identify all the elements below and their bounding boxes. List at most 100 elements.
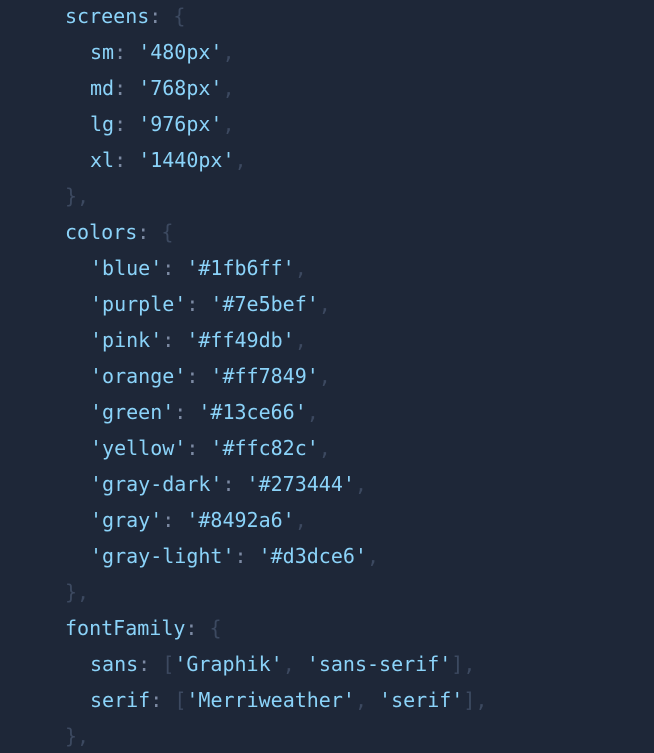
open-brace: { <box>209 616 222 640</box>
code-key: 'gray-light' <box>90 544 235 568</box>
comma-token: , <box>294 508 307 532</box>
colon-token: : <box>114 40 139 64</box>
code-key: md <box>90 76 115 100</box>
comma-token: , <box>282 652 307 676</box>
colon-token: : <box>174 400 199 424</box>
code-line: fontFamily: { <box>65 610 487 646</box>
code-value: '768px' <box>138 76 223 100</box>
code-key: lg <box>90 112 115 136</box>
code-value: '1440px' <box>138 148 235 172</box>
code-line: 'pink': '#ff49db', <box>65 322 487 358</box>
code-block: screens: {sm: '480px', md: '768px', lg: '9… <box>65 0 487 753</box>
colon-token: : <box>162 256 187 280</box>
comma-token: , <box>463 652 476 676</box>
array-item: 'Merriweather' <box>186 688 355 712</box>
colon-token: : <box>222 472 247 496</box>
array-item: 'sans-serif' <box>306 652 452 676</box>
code-line: 'gray-light': '#d3dce6', <box>65 538 487 574</box>
comma-token: , <box>294 256 307 280</box>
code-key: sans <box>90 652 139 676</box>
code-line: colors: { <box>65 214 487 250</box>
close-brace: }, <box>65 184 90 208</box>
colon-token: : <box>149 4 174 28</box>
code-value: '#273444' <box>246 472 355 496</box>
code-key: screens <box>65 4 150 28</box>
open-brace: { <box>173 4 186 28</box>
colon-token: : <box>137 220 162 244</box>
code-value: '#8492a6' <box>186 508 295 532</box>
code-key: xl <box>90 148 115 172</box>
comma-token: , <box>354 472 367 496</box>
code-value: '#d3dce6' <box>258 544 367 568</box>
colon-token: : <box>162 508 187 532</box>
code-value: '#ffc82c' <box>210 436 319 460</box>
comma-token: , <box>294 328 307 352</box>
comma-token: , <box>234 148 247 172</box>
comma-token: , <box>354 688 380 712</box>
colon-token: : <box>114 148 139 172</box>
colon-token: : <box>114 76 139 100</box>
comma-token: , <box>306 400 319 424</box>
code-value: '#7e5bef' <box>210 292 319 316</box>
code-key: fontFamily <box>65 616 186 640</box>
code-value: '480px' <box>138 40 223 64</box>
code-line: 'orange': '#ff7849', <box>65 358 487 394</box>
code-key: 'gray' <box>90 508 163 532</box>
code-key: 'yellow' <box>90 436 187 460</box>
close-brace: }, <box>65 724 90 748</box>
open-bracket: [ <box>174 688 187 712</box>
code-key: sm <box>90 40 115 64</box>
code-line: 'gray-dark': '#273444', <box>65 466 487 502</box>
code-key: 'gray-dark' <box>90 472 223 496</box>
close-bracket: ] <box>463 688 476 712</box>
code-line: lg: '976px', <box>65 106 487 142</box>
close-bracket: ] <box>451 652 464 676</box>
comma-token: , <box>318 364 331 388</box>
code-line: md: '768px', <box>65 70 487 106</box>
array-item: 'Graphik' <box>174 652 283 676</box>
code-editor-view: screens: {sm: '480px', md: '768px', lg: '9… <box>0 0 654 753</box>
colon-token: : <box>138 652 163 676</box>
code-value: '#1fb6ff' <box>186 256 295 280</box>
code-line: serif: ['Merriweather', 'serif'], <box>65 682 487 718</box>
code-line: 'yellow': '#ffc82c', <box>65 430 487 466</box>
code-line: xl: '1440px', <box>65 142 487 178</box>
code-value: '#13ce66' <box>198 400 307 424</box>
open-bracket: [ <box>162 652 175 676</box>
colon-token: : <box>185 616 210 640</box>
comma-token: , <box>318 436 331 460</box>
colon-token: : <box>150 688 175 712</box>
code-key: 'orange' <box>90 364 187 388</box>
code-key: 'purple' <box>90 292 187 316</box>
comma-token: , <box>222 76 235 100</box>
code-key: 'green' <box>90 400 175 424</box>
code-key: 'blue' <box>90 256 163 280</box>
code-line: }, <box>65 574 487 610</box>
code-line: 'blue': '#1fb6ff', <box>65 250 487 286</box>
code-line: 'green': '#13ce66', <box>65 394 487 430</box>
colon-token: : <box>186 436 211 460</box>
code-key: colors <box>65 220 138 244</box>
colon-token: : <box>114 112 139 136</box>
close-brace: }, <box>65 580 90 604</box>
open-brace: { <box>161 220 174 244</box>
colon-token: : <box>186 364 211 388</box>
code-value: '#ff7849' <box>210 364 319 388</box>
code-line: screens: { <box>65 0 487 34</box>
comma-token: , <box>318 292 331 316</box>
comma-token: , <box>222 112 235 136</box>
comma-token: , <box>366 544 380 568</box>
colon-token: : <box>186 292 211 316</box>
code-line: }, <box>65 718 487 753</box>
code-key: 'pink' <box>90 328 163 352</box>
code-line: sm: '480px', <box>65 34 487 70</box>
code-line: sans: ['Graphik', 'sans-serif'], <box>65 646 487 682</box>
code-line: }, <box>65 178 487 214</box>
comma-token: , <box>475 688 488 712</box>
code-value: '#ff49db' <box>186 328 295 352</box>
code-line: 'gray': '#8492a6', <box>65 502 487 538</box>
colon-token: : <box>162 328 187 352</box>
code-line: 'purple': '#7e5bef', <box>65 286 487 322</box>
colon-token: : <box>234 544 259 568</box>
code-value: '976px' <box>138 112 223 136</box>
